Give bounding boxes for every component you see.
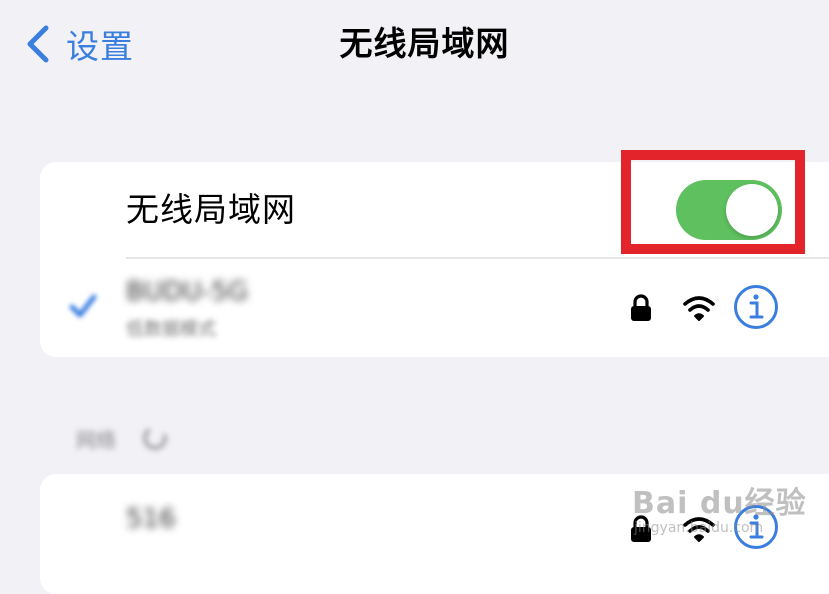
networks-card: 516: [40, 474, 829, 594]
lock-icon: [629, 293, 653, 323]
wifi-card: 无线局域网 BUDU-5G 低数据模式: [40, 162, 829, 357]
wifi-toggle-row: 无线局域网: [40, 162, 829, 257]
network-row[interactable]: 516: [40, 474, 829, 574]
page-title: 无线局域网: [339, 24, 510, 63]
section-header-networks: 网络: [76, 420, 170, 456]
lock-icon: [629, 514, 653, 544]
wifi-icon: [682, 514, 716, 544]
spinner-icon: [140, 423, 170, 453]
section-header-label: 网络: [76, 427, 116, 452]
toggle-knob: [726, 184, 778, 236]
info-icon[interactable]: [733, 504, 779, 550]
network-name: 516: [126, 504, 176, 534]
checkmark-icon: [68, 291, 98, 321]
info-icon[interactable]: [733, 284, 779, 330]
connected-network-subtitle: 低数据模式: [126, 319, 216, 340]
connected-network-name: BUDU-5G: [126, 277, 248, 307]
wifi-toggle-label: 无线局域网: [126, 190, 296, 229]
wifi-icon: [682, 293, 716, 323]
wifi-toggle-switch[interactable]: [676, 180, 782, 240]
connected-network-row[interactable]: BUDU-5G 低数据模式: [40, 259, 829, 357]
